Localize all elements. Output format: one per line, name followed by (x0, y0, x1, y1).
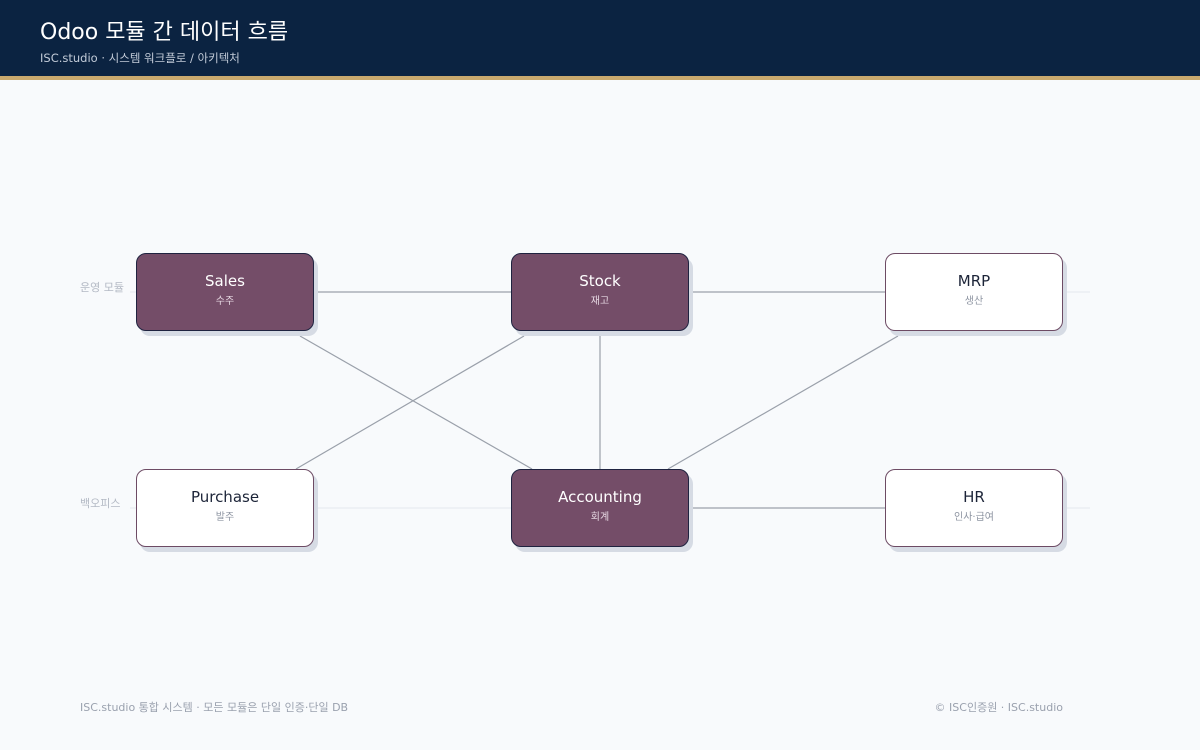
module-subtitle: 수주 (215, 296, 235, 307)
module-subtitle: 발주 (215, 512, 235, 523)
footer-copyright: © ISC인증원 · ISC.studio (934, 701, 1063, 714)
module-purchase[interactable]: Purchase 발주 (136, 469, 314, 547)
footer-note: ISC.studio 통합 시스템 · 모든 모듈은 단일 인증·단일 DB (80, 701, 349, 714)
module-name: MRP (957, 272, 991, 290)
module-name: HR (963, 488, 985, 506)
row-label-operations: 운영 모듈 (80, 281, 124, 294)
module-hr[interactable]: HR 인사·급여 (885, 469, 1063, 547)
edge-mrp-accounting (667, 335, 899, 470)
module-subtitle: 생산 (964, 296, 984, 307)
module-name: Purchase (190, 488, 260, 506)
module-name: Stock (579, 272, 621, 290)
edge-stock-purchase (295, 335, 525, 470)
module-subtitle: 재고 (590, 296, 610, 307)
module-stock[interactable]: Stock 재고 (511, 253, 689, 331)
module-mrp[interactable]: MRP 생산 (885, 253, 1063, 331)
module-accounting[interactable]: Accounting 회계 (511, 469, 689, 547)
edge-sales-accounting (299, 335, 533, 470)
module-subtitle: 인사·급여 (954, 512, 994, 523)
module-name: Sales (205, 272, 245, 290)
diagram-canvas (130, 291, 1090, 509)
module-name: Accounting (558, 488, 642, 506)
row-label-backoffice: 백오피스 (80, 497, 121, 510)
module-sales[interactable]: Sales 수주 (136, 253, 314, 331)
module-subtitle: 회계 (590, 512, 610, 523)
